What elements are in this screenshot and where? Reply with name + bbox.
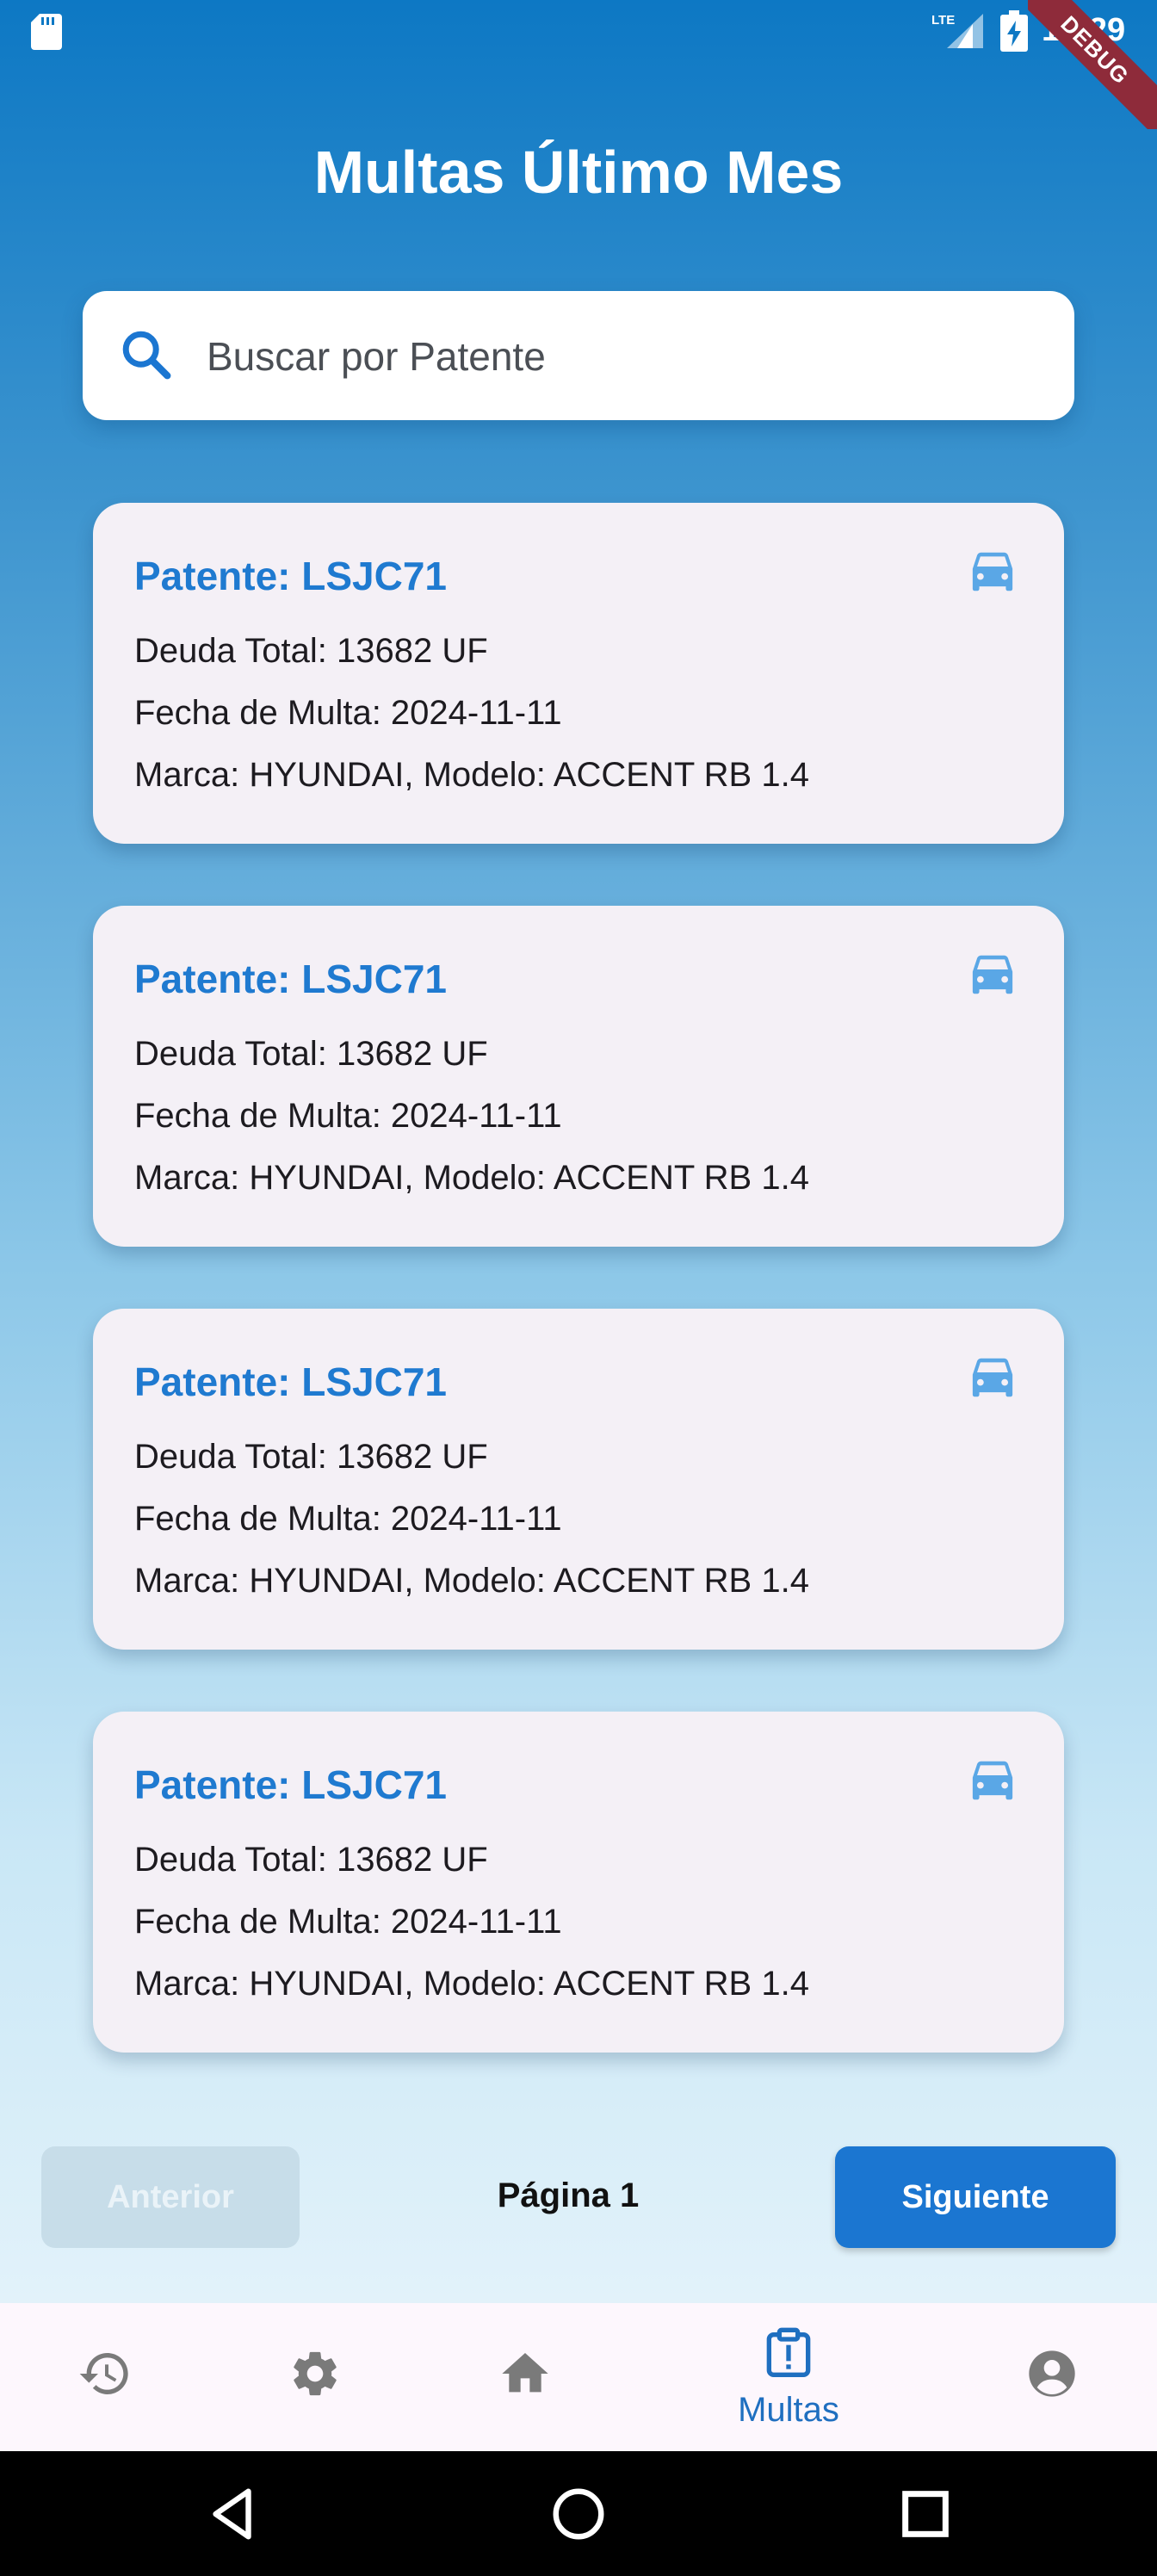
search-input[interactable] [205,319,1035,394]
search-icon [122,331,171,380]
fine-card[interactable]: Patente: LSJC71 Deuda Total: 13682 UF Fe… [93,503,1064,844]
nav-item-home[interactable] [439,2303,611,2451]
signal-lte-icon: LTE [931,13,983,48]
card-vehiculo: Marca: HYUNDAI, Modelo: ACCENT RB 1.4 [134,1965,809,2003]
pagination: Anterior Página 1 Siguiente [0,2144,1157,2251]
nav-item-account[interactable] [966,2303,1138,2451]
car-icon [972,1358,1013,1397]
card-plate-title: Patente: LSJC71 [134,1359,448,1404]
svg-text:LTE: LTE [931,13,955,28]
debug-banner-wrap: DEBUG [1028,0,1157,129]
card-plate-title: Patente: LSJC71 [134,1762,448,1807]
fine-card[interactable]: Patente: LSJC71 Deuda Total: 13682 UF Fe… [93,1309,1064,1650]
history-icon [79,2353,128,2394]
car-icon [972,1761,1013,1800]
car-icon [972,955,1013,994]
nav-item-settings[interactable] [229,2303,401,2451]
report-icon [766,2327,811,2377]
system-navigation-bar [0,2451,1157,2576]
card-deuda: Deuda Total: 13682 UF [134,1841,488,1879]
page-title: Multas Último Mes [313,139,844,206]
app-screen: LTE 12:29 DEBUG Multas Último Mes Patent… [0,0,1157,2303]
car-icon [972,552,1013,591]
nav-label-multas: Multas [738,2391,839,2429]
previous-page-button[interactable]: Anterior [41,2146,300,2248]
sd-card-icon [31,14,62,50]
card-fecha: Fecha de Multa: 2024-11-11 [134,1903,562,1941]
home-circle-icon[interactable] [548,2484,609,2544]
card-fecha: Fecha de Multa: 2024-11-11 [134,694,562,732]
next-page-button[interactable]: Siguiente [835,2146,1116,2248]
card-deuda: Deuda Total: 13682 UF [134,1035,488,1073]
settings-icon [294,2351,337,2396]
home-icon [502,2353,548,2393]
card-deuda: Deuda Total: 13682 UF [134,632,488,670]
status-bar: LTE 12:29 DEBUG [0,0,1157,129]
back-icon[interactable] [203,2484,263,2544]
card-deuda: Deuda Total: 13682 UF [134,1438,488,1476]
card-plate-title: Patente: LSJC71 [134,554,448,598]
nav-item-history[interactable] [19,2303,191,2451]
card-plate-title: Patente: LSJC71 [134,957,448,1001]
card-vehiculo: Marca: HYUNDAI, Modelo: ACCENT RB 1.4 [134,1562,809,1600]
debug-banner: DEBUG [1028,0,1157,129]
card-vehiculo: Marca: HYUNDAI, Modelo: ACCENT RB 1.4 [134,756,809,794]
recents-icon[interactable] [895,2484,956,2544]
account-icon [1029,2350,1075,2397]
fine-card[interactable]: Patente: LSJC71 Deuda Total: 13682 UF Fe… [93,906,1064,1247]
fine-card[interactable]: Patente: LSJC71 Deuda Total: 13682 UF Fe… [93,1712,1064,2053]
nav-item-multas[interactable]: Multas [702,2303,875,2451]
card-fecha: Fecha de Multa: 2024-11-11 [134,1097,562,1135]
card-vehiculo: Marca: HYUNDAI, Modelo: ACCENT RB 1.4 [134,1159,809,1197]
page-indicator: Página 1 [497,2177,640,2214]
card-fecha: Fecha de Multa: 2024-11-11 [134,1500,562,1538]
battery-charging-icon [1000,10,1028,52]
bottom-navigation: Multas [0,2303,1157,2451]
search-bar[interactable] [83,291,1074,420]
